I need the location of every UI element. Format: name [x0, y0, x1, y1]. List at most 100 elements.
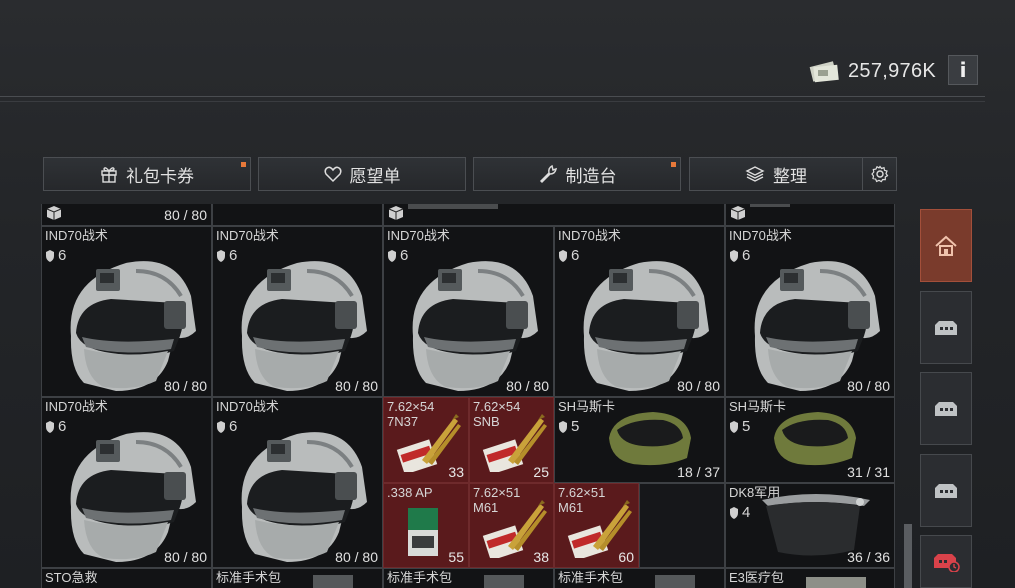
inventory-item-helmet[interactable]: IND70战术 6 80 / 80 — [212, 226, 383, 397]
item-count: 33 — [448, 464, 464, 480]
inventory-item-medical[interactable]: E3医疗包 — [725, 568, 895, 588]
cash-icon — [809, 61, 839, 83]
item-count: 25 — [533, 464, 549, 480]
storage-box-icon — [730, 205, 746, 221]
inventory-grid: 80 / 80 IND70战术 6 80 / 80 IND70战术 6 80 /… — [41, 204, 895, 588]
heart-icon — [323, 166, 342, 183]
header-divider — [0, 96, 985, 97]
notification-dot — [671, 162, 676, 167]
item-count: 60 — [618, 549, 634, 565]
storage-box-icon — [388, 205, 404, 221]
ammo-image — [396, 414, 461, 472]
inventory-item-ammo[interactable]: 7.62×51 M61 38 — [469, 483, 554, 568]
inventory-item-ammo[interactable]: 7.62×54 SNB 25 — [469, 397, 554, 483]
item-durability: 80 / 80 — [335, 549, 378, 565]
item-durability: 80 / 80 — [164, 549, 207, 565]
inventory-item-medical[interactable]: 标准手术包 — [212, 568, 383, 588]
ammo-image — [482, 414, 547, 472]
armor-shield-icon — [559, 420, 567, 433]
gift-voucher-button[interactable]: 礼包卡券 — [43, 157, 251, 191]
crafting-bench-label: 制造台 — [565, 166, 617, 186]
item-image — [484, 575, 524, 588]
armor-value: 5 — [571, 418, 580, 435]
inventory-item[interactable] — [383, 204, 725, 226]
item-durability: 80 / 80 — [164, 207, 207, 223]
item-durability: 36 / 36 — [847, 549, 890, 565]
sidebar-item-home[interactable] — [920, 209, 972, 282]
inventory-item-medical[interactable]: 标准手术包 — [383, 568, 554, 588]
inventory-item-ammo[interactable]: .338 AP 55 — [383, 483, 469, 568]
item-durability: 31 / 31 — [847, 464, 890, 480]
helmet-image — [68, 430, 198, 564]
empty-slot[interactable] — [639, 483, 725, 568]
item-name: E3医疗包 — [729, 570, 784, 585]
wishlist-button[interactable]: 愿望单 — [258, 157, 466, 191]
mask-image — [609, 412, 691, 466]
info-button[interactable]: i — [948, 55, 978, 85]
armor-shield-icon — [46, 249, 54, 262]
inventory-item-medical[interactable]: STO急救 — [41, 568, 212, 588]
inventory-item[interactable] — [212, 204, 383, 226]
item-name: 标准手术包 — [558, 570, 624, 585]
sidebar-item-storage[interactable] — [920, 372, 972, 445]
inventory-item-mask[interactable]: SH马斯卡 5 31 / 31 — [725, 397, 895, 483]
item-name: 标准手术包 — [216, 570, 282, 585]
helmet-image — [68, 259, 198, 393]
item-durability: 80 / 80 — [677, 378, 720, 394]
layers-icon — [745, 166, 765, 182]
item-armor-class: 5 — [558, 418, 579, 435]
item-count: 38 — [533, 549, 549, 565]
item-durability: 18 / 37 — [677, 464, 720, 480]
inventory-item-helmet[interactable]: IND70战术 6 80 / 80 — [212, 397, 383, 568]
inventory-scrollbar[interactable] — [904, 524, 912, 588]
storage-box-icon — [935, 483, 957, 498]
item-image — [408, 204, 498, 209]
currency-amount: 257,976K — [848, 59, 937, 82]
inventory-item-helmet[interactable]: IND70战术 6 80 / 80 — [725, 226, 895, 397]
item-count: 55 — [448, 549, 464, 565]
gift-icon — [101, 167, 117, 183]
gear-icon — [870, 165, 888, 183]
organize-label: 整理 — [773, 166, 807, 186]
notification-dot — [241, 162, 246, 167]
inventory-item[interactable]: 80 / 80 — [41, 204, 212, 226]
inventory-item-helmet[interactable]: IND70战术 6 80 / 80 — [383, 226, 554, 397]
inventory-item-visor[interactable]: DK8军用 4 36 / 36 — [725, 483, 895, 568]
inventory-item-ammo[interactable]: 7.62×54 7N37 33 — [383, 397, 469, 483]
inventory-item[interactable] — [725, 204, 895, 226]
sidebar-item-storage[interactable] — [920, 454, 972, 527]
currency-display: 257,976K — [808, 56, 936, 86]
item-durability: 80 / 80 — [164, 378, 207, 394]
item-image — [655, 575, 695, 588]
item-name: .338 AP — [387, 485, 433, 500]
item-image — [750, 204, 790, 207]
armor-shield-icon — [730, 506, 738, 519]
armor-shield-icon — [730, 420, 738, 433]
inventory-item-helmet[interactable]: IND70战术 6 80 / 80 — [554, 226, 725, 397]
item-image — [313, 575, 353, 588]
settings-button[interactable] — [862, 157, 897, 191]
helmet-image — [239, 430, 369, 564]
helmet-image — [581, 259, 711, 393]
item-armor-class: 5 — [729, 418, 750, 435]
armor-shield-icon — [217, 420, 225, 433]
organize-button[interactable]: 整理 — [689, 157, 863, 191]
inventory-item-ammo[interactable]: 7.62×51 M61 60 — [554, 483, 639, 568]
inventory-item-medical[interactable]: 标准手术包 — [554, 568, 725, 588]
sidebar-item-storage[interactable] — [920, 291, 972, 364]
home-icon — [935, 235, 957, 256]
sidebar-item-storage-alert[interactable] — [920, 535, 972, 588]
item-image — [806, 577, 866, 588]
header-divider-secondary — [0, 101, 985, 102]
armor-shield-icon — [46, 420, 54, 433]
inventory-item-helmet[interactable]: IND70战术 6 80 / 80 — [41, 226, 212, 397]
armor-shield-icon — [559, 249, 567, 262]
inventory-item-mask[interactable]: SH马斯卡 5 18 / 37 — [554, 397, 725, 483]
inventory-item-helmet[interactable]: IND70战术 6 80 / 80 — [41, 397, 212, 568]
armor-shield-icon — [388, 249, 396, 262]
armor-value: 5 — [742, 418, 751, 435]
ammo-box-image — [408, 508, 438, 556]
crafting-bench-button[interactable]: 制造台 — [473, 157, 681, 191]
helmet-image — [752, 259, 882, 393]
storage-box-icon — [935, 320, 957, 335]
